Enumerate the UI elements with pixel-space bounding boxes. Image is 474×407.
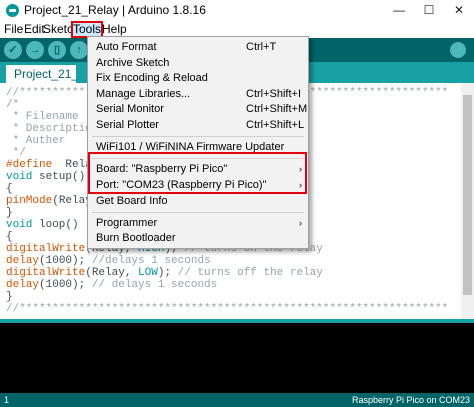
upload-icon[interactable]: → [26, 41, 44, 59]
menu-file[interactable]: File [4, 22, 23, 37]
code-line: pinMode(Relay [6, 195, 92, 207]
window-title: Project_21_Relay | Arduino 1.8.16 [24, 3, 206, 17]
code-line: } [6, 291, 13, 303]
menu-edit[interactable]: Edit [24, 22, 45, 37]
code-token: ); [157, 267, 178, 279]
code-line: * Descriptio [6, 123, 92, 135]
code-line: { [6, 231, 13, 243]
menu-item-serial-monitor[interactable]: Serial Monitor Ctrl+Shift+M [88, 101, 308, 118]
menu-item-burn-bootloader[interactable]: Burn Bootloader [88, 230, 308, 247]
code-token: pinMode [6, 195, 53, 207]
menu-item-label: Burn Bootloader [96, 232, 176, 244]
board-status: Raspberry Pi Pico on COM23 [351, 395, 470, 405]
code-line: delay(1000); // delays 1 seconds [6, 279, 217, 291]
code-token: void [6, 219, 33, 231]
arduino-logo-icon [6, 4, 19, 17]
code-token: #define [6, 159, 53, 171]
code-token: digitalWrite [6, 243, 86, 255]
menu-help[interactable]: Help [102, 22, 127, 37]
menu-item-label: Serial Monitor [96, 103, 164, 115]
verify-icon[interactable]: ✓ [4, 41, 22, 59]
code-line: * Filename [6, 111, 79, 123]
minimize-button[interactable]: — [384, 0, 414, 21]
code-line: } [6, 207, 13, 219]
open-icon[interactable]: ↑ [70, 41, 88, 59]
code-line: #define Rela [6, 159, 92, 171]
vertical-scrollbar[interactable] [461, 83, 474, 319]
menu-item-label: Serial Plotter [96, 119, 159, 131]
code-line: digitalWrite(Relay, LOW); // turns off t… [6, 267, 323, 279]
title-bar: Project_21_Relay | Arduino 1.8.16 — ☐ ✕ [0, 0, 474, 21]
menu-item-shortcut: Ctrl+T [246, 41, 277, 53]
code-token: delay [6, 279, 40, 291]
tab-project[interactable]: Project_21_Relay [6, 65, 76, 83]
menu-separator [92, 136, 304, 137]
code-token: void [6, 171, 33, 183]
code-token: (Relay, [85, 267, 139, 279]
code-line: */ [6, 147, 26, 159]
code-token: (1000); [39, 255, 92, 267]
code-token: (1000); [39, 279, 92, 291]
tools-menu: Auto Format Ctrl+T Archive Sketch Fix Enc… [87, 36, 309, 249]
code-token: digitalWrite [6, 267, 86, 279]
code-comment: //delays 1 seconds [91, 255, 211, 267]
code-line: void loop() [6, 219, 79, 231]
code-token: LOW [138, 267, 158, 279]
menu-item-auto-format[interactable]: Auto Format Ctrl+T [88, 39, 308, 56]
close-button[interactable]: ✕ [444, 0, 474, 21]
code-line: void setup() [6, 171, 85, 183]
code-line: { [6, 183, 13, 195]
code-token: setup() [32, 171, 86, 183]
status-bar: 1 Raspberry Pi Pico on COM23 [0, 393, 474, 407]
menu-item-board-info[interactable]: Get Board Info [88, 193, 308, 210]
menu-item-label: Auto Format [96, 41, 157, 53]
code-line: * Auther [6, 135, 66, 147]
menu-item-shortcut: Ctrl+Shift+L [246, 119, 305, 131]
board-port-highlight [88, 152, 307, 194]
scrollbar-thumb[interactable] [463, 95, 472, 295]
code-line: //**************************************… [6, 303, 449, 315]
menu-item-label: Fix Encoding & Reload [96, 72, 208, 84]
menu-item-shortcut: Ctrl+Shift+M [246, 103, 308, 115]
new-icon[interactable]: ▯ [48, 41, 66, 59]
menu-item-label: Get Board Info [96, 195, 168, 207]
maximize-button[interactable]: ☐ [414, 0, 444, 21]
line-number: 1 [4, 395, 10, 405]
code-comment: // turns off the relay [177, 267, 323, 279]
code-token: delay [6, 255, 40, 267]
menu-item-serial-plotter[interactable]: Serial Plotter Ctrl+Shift+L [88, 117, 308, 134]
code-line: delay(1000); //delays 1 seconds [6, 255, 211, 267]
code-token: loop() [32, 219, 79, 231]
output-console [0, 323, 474, 393]
code-token: Rela [52, 159, 92, 171]
code-line: /* [6, 99, 20, 111]
menu-item-fix-encoding[interactable]: Fix Encoding & Reload [88, 70, 308, 87]
serial-monitor-icon[interactable] [450, 42, 466, 58]
code-comment: // delays 1 seconds [91, 279, 218, 291]
code-token: (Relay [52, 195, 92, 207]
menu-tools[interactable]: Tools [70, 21, 104, 38]
menu-separator [92, 212, 304, 213]
